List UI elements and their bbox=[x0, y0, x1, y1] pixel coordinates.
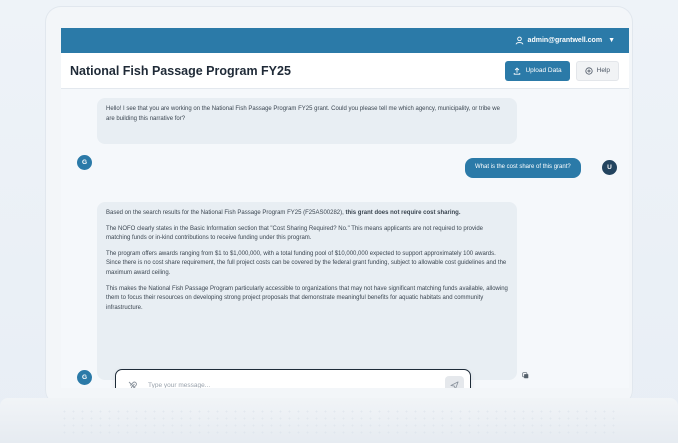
message-text: What is the cost share of this grant? bbox=[475, 164, 571, 171]
user-avatar: U bbox=[602, 160, 617, 175]
message-input[interactable] bbox=[146, 381, 445, 388]
message-composer bbox=[115, 369, 471, 388]
app-screen: admin@grantwell.com ▼ National Fish Pass… bbox=[61, 28, 629, 388]
chevron-down-icon[interactable]: ▼ bbox=[608, 37, 615, 44]
top-bar: admin@grantwell.com ▼ bbox=[61, 28, 629, 53]
keyboard-texture bbox=[60, 408, 618, 434]
message-paragraph: Based on the search results for the Nati… bbox=[106, 209, 508, 219]
upload-data-button[interactable]: Upload Data bbox=[505, 60, 570, 81]
user-email[interactable]: admin@grantwell.com bbox=[528, 37, 603, 44]
bot-message: Hello! I see that you are working on the… bbox=[97, 98, 517, 144]
copy-icon[interactable] bbox=[522, 372, 529, 379]
send-icon bbox=[450, 381, 459, 388]
message-text: Hello! I see that you are working on the… bbox=[106, 106, 500, 122]
help-label: Help bbox=[596, 67, 610, 74]
message-paragraph: This makes the National Fish Passage Pro… bbox=[106, 285, 508, 311]
help-icon bbox=[585, 66, 593, 75]
message-highlight: this grant does not require cost sharing… bbox=[345, 210, 461, 216]
send-button[interactable] bbox=[445, 376, 464, 388]
help-button[interactable]: Help bbox=[575, 60, 619, 81]
page-title: National Fish Passage Program FY25 bbox=[70, 63, 291, 78]
attach-off-icon[interactable] bbox=[128, 381, 138, 389]
user-message: What is the cost share of this grant? bbox=[465, 158, 581, 178]
message-paragraph: The program offers awards ranging from $… bbox=[106, 250, 507, 276]
chat-area: G Hello! I see that you are working on t… bbox=[61, 89, 629, 388]
message-paragraph: The NOFO clearly states in the Basic Inf… bbox=[106, 225, 484, 242]
page-header: National Fish Passage Program FY25 Uploa… bbox=[61, 53, 629, 89]
user-icon[interactable] bbox=[515, 36, 524, 45]
upload-data-label: Upload Data bbox=[525, 67, 562, 74]
header-actions: Upload Data Help bbox=[505, 60, 619, 81]
bot-avatar: G bbox=[77, 155, 92, 170]
message-text: Based on the search results for the Nati… bbox=[106, 210, 346, 216]
bot-message: Based on the search results for the Nati… bbox=[97, 202, 517, 380]
upload-icon bbox=[514, 66, 521, 75]
bot-avatar: G bbox=[77, 370, 92, 385]
